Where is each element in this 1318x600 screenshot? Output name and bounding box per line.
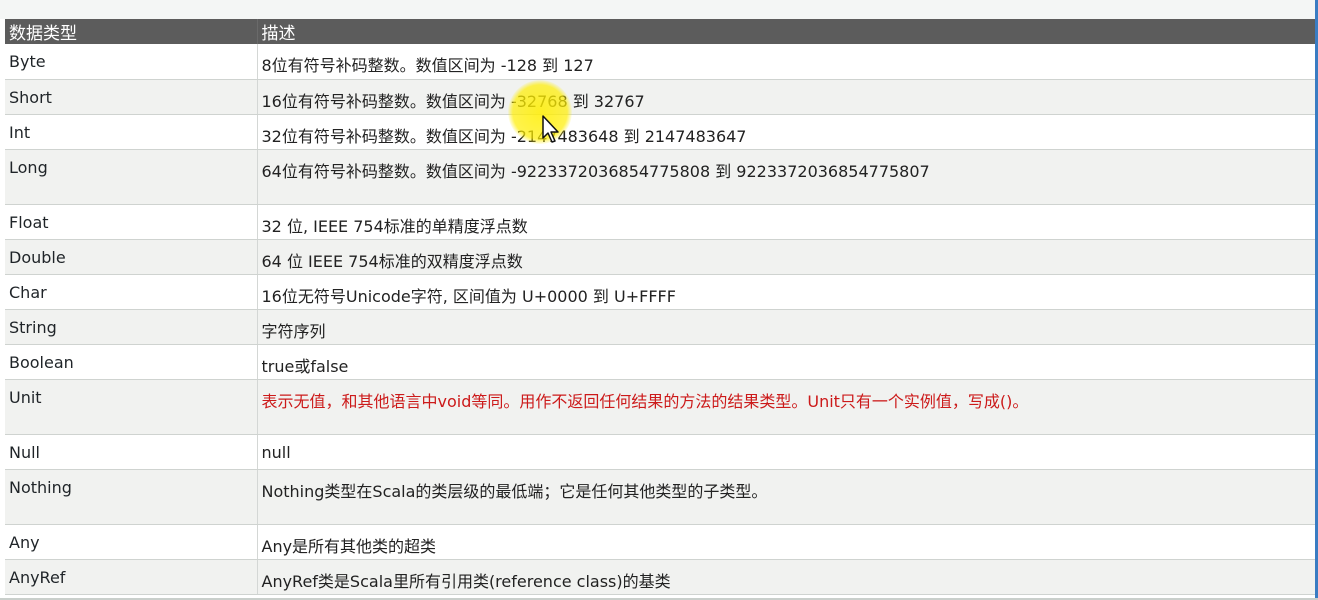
table-row: Float 32 位, IEEE 754标准的单精度浮点数 (5, 204, 1316, 240)
table-row: Null null (5, 434, 1316, 470)
type-cell: Null (5, 434, 258, 470)
table-row: Short 16位有符号补码整数。数值区间为 -32768 到 32767 (5, 79, 1316, 115)
description-cell: 32 位, IEEE 754标准的单精度浮点数 (257, 204, 1316, 240)
header-type: 数据类型 (5, 19, 258, 44)
type-cell: Long (5, 149, 258, 205)
table-row: Nothing Nothing类型在Scala的类层级的最低端；它是任何其他类型… (5, 469, 1316, 525)
description-cell: 字符序列 (257, 309, 1316, 345)
table-row: Byte 8位有符号补码整数。数值区间为 -128 到 127 (5, 44, 1316, 80)
table-row: Long 64位有符号补码整数。数值区间为 -92233720368547758… (5, 149, 1316, 205)
description-cell-highlighted: 表示无值，和其他语言中void等同。用作不返回任何结果的方法的结果类型。Unit… (257, 379, 1316, 435)
type-cell: Boolean (5, 344, 258, 380)
description-cell: true或false (257, 344, 1316, 380)
description-cell: 16位无符号Unicode字符, 区间值为 U+0000 到 U+FFFF (257, 274, 1316, 310)
type-cell: Any (5, 524, 258, 560)
description-cell: Any是所有其他类的超类 (257, 524, 1316, 560)
description-cell: 16位有符号补码整数。数值区间为 -32768 到 32767 (257, 79, 1316, 115)
type-cell: Int (5, 114, 258, 150)
type-cell: Nothing (5, 469, 258, 525)
description-cell: 64 位 IEEE 754标准的双精度浮点数 (257, 239, 1316, 275)
top-strip (0, 0, 1318, 19)
table-row: Boolean true或false (5, 344, 1316, 380)
type-cell: Char (5, 274, 258, 310)
type-cell: String (5, 309, 258, 345)
type-cell: AnyRef (5, 559, 258, 595)
table-row: Int 32位有符号补码整数。数值区间为 -2147483648 到 21474… (5, 114, 1316, 150)
header-description: 描述 (257, 19, 1316, 44)
type-cell: Double (5, 239, 258, 275)
table-row: String 字符序列 (5, 309, 1316, 345)
description-cell: 32位有符号补码整数。数值区间为 -2147483648 到 214748364… (257, 114, 1316, 150)
data-types-table: 数据类型 描述 Byte 8位有符号补码整数。数值区间为 -128 到 127 … (5, 19, 1316, 595)
table-row: Double 64 位 IEEE 754标准的双精度浮点数 (5, 239, 1316, 275)
description-cell: Nothing类型在Scala的类层级的最低端；它是任何其他类型的子类型。 (257, 469, 1316, 525)
description-cell: null (257, 434, 1316, 470)
type-cell: Byte (5, 44, 258, 80)
description-cell: 8位有符号补码整数。数值区间为 -128 到 127 (257, 44, 1316, 80)
screen: 数据类型 描述 Byte 8位有符号补码整数。数值区间为 -128 到 127 … (0, 0, 1318, 600)
type-cell: Float (5, 204, 258, 240)
table-row: Any Any是所有其他类的超类 (5, 524, 1316, 560)
table-row: Unit 表示无值，和其他语言中void等同。用作不返回任何结果的方法的结果类型… (5, 379, 1316, 435)
type-cell: Short (5, 79, 258, 115)
description-cell: 64位有符号补码整数。数值区间为 -9223372036854775808 到 … (257, 149, 1316, 205)
table-row: AnyRef AnyRef类是Scala里所有引用类(reference cla… (5, 559, 1316, 595)
description-cell: AnyRef类是Scala里所有引用类(reference class)的基类 (257, 559, 1316, 595)
type-cell: Unit (5, 379, 258, 435)
table-header-row: 数据类型 描述 (5, 19, 1316, 44)
table-row: Char 16位无符号Unicode字符, 区间值为 U+0000 到 U+FF… (5, 274, 1316, 310)
